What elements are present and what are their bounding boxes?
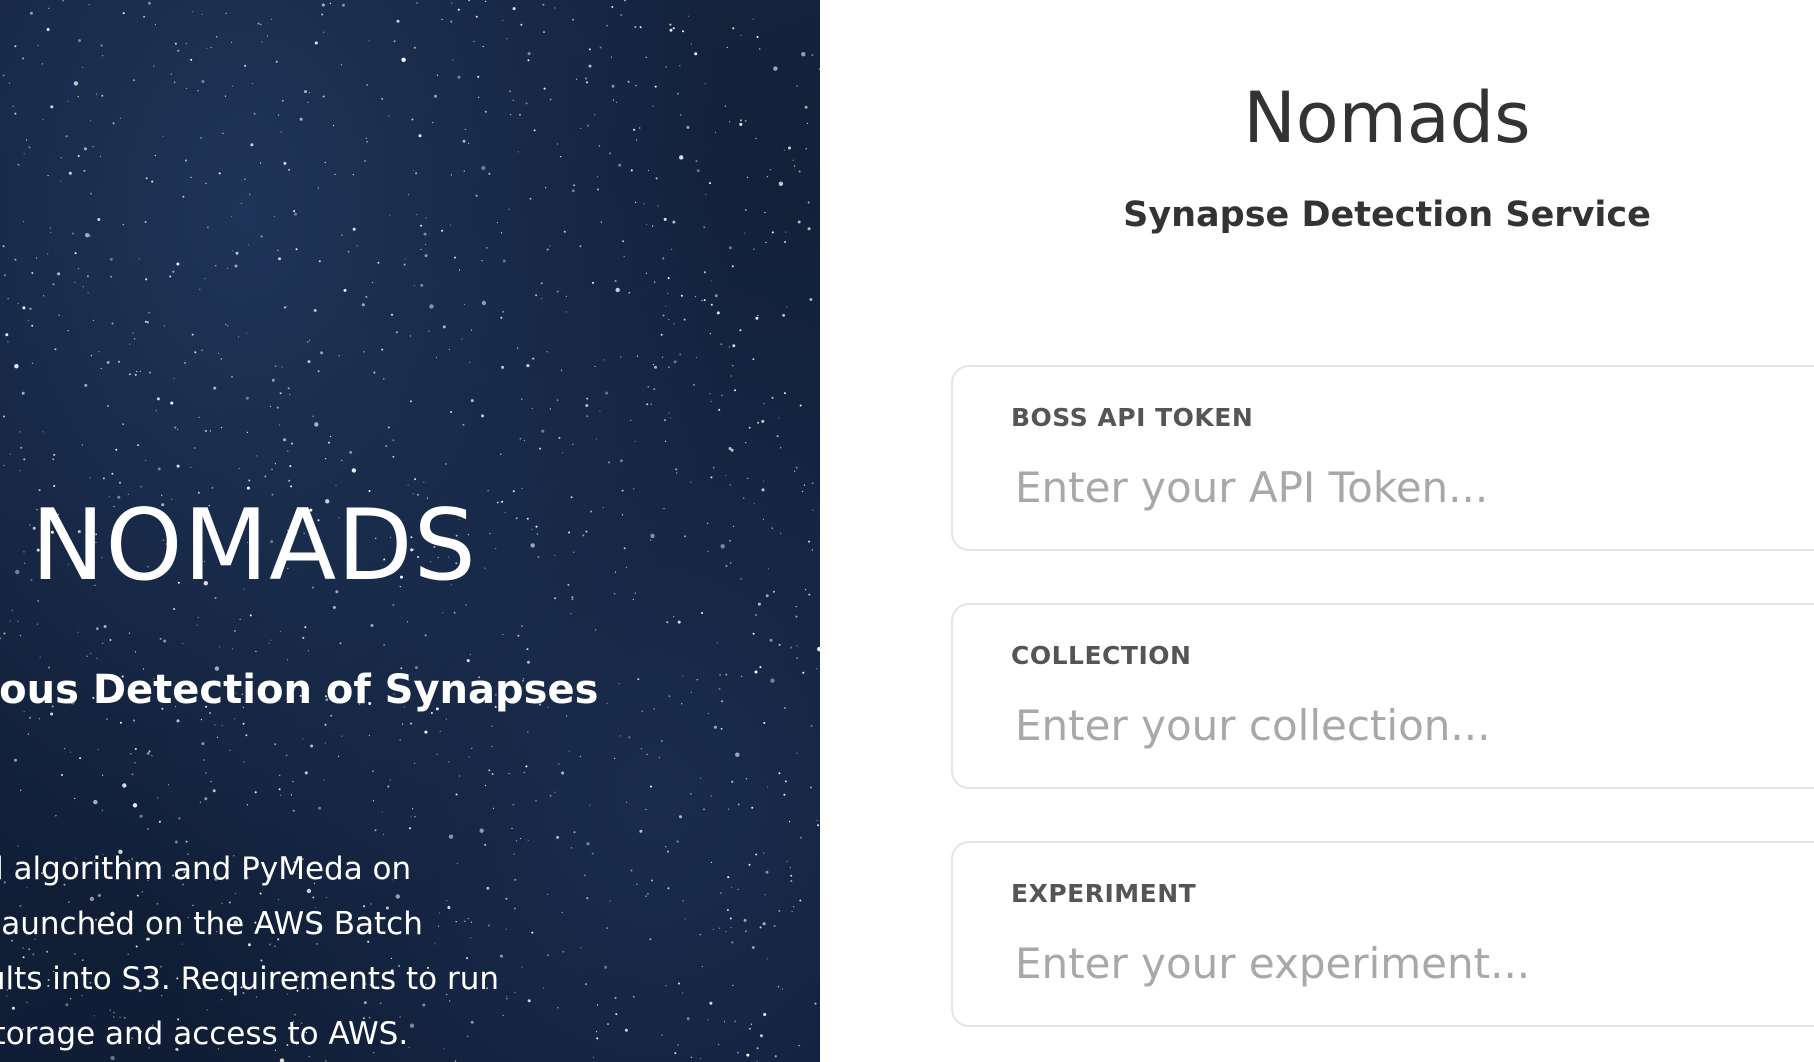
hero-description: ervised algorithm and PyMeda on vill be … [0, 842, 499, 1062]
experiment-input[interactable] [1015, 933, 1814, 993]
app-subtitle: Synapse Detection Service [1123, 195, 1651, 235]
api-token-input[interactable] [1015, 457, 1814, 517]
hero-panel: o NOMADS omous Detection of Synapses erv… [0, 0, 820, 1062]
hero-description-line: Data Storage and access to AWS. [0, 1016, 409, 1052]
app-title: Nomads [1243, 77, 1531, 159]
login-page: o NOMADS omous Detection of Synapses erv… [0, 0, 1814, 1062]
hero-description-line: he results into S3. Requirements to run [0, 961, 500, 997]
form-panel: Nomads Synapse Detection Service BOSS AP… [820, 0, 1814, 1062]
hero-subtitle: omous Detection of Synapses [0, 667, 599, 713]
collection-input[interactable] [1015, 695, 1814, 755]
hero-description-line: vill be launched on the AWS Batch [0, 906, 423, 942]
collection-field[interactable]: COLLECTION [951, 603, 1814, 789]
api-token-label: BOSS API TOKEN [1011, 403, 1254, 432]
collection-label: COLLECTION [1011, 641, 1192, 670]
hero-description-line: ervised algorithm and PyMeda on [0, 851, 412, 887]
api-token-field[interactable]: BOSS API TOKEN [951, 365, 1814, 551]
hero-title: o NOMADS [0, 489, 477, 603]
experiment-label: EXPERIMENT [1011, 879, 1197, 908]
experiment-field[interactable]: EXPERIMENT [951, 841, 1814, 1027]
